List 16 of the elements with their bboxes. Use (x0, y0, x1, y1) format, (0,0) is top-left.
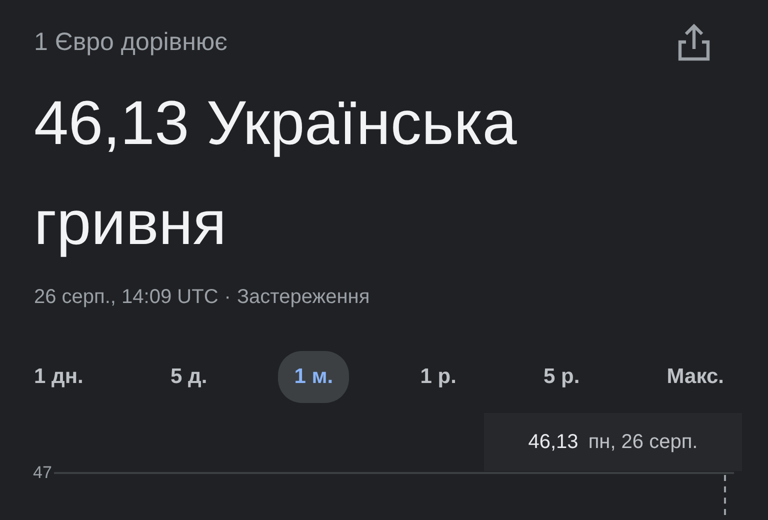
cursor-line (724, 475, 726, 515)
range-tab[interactable]: Макс. (650, 351, 740, 403)
disclaimer-link[interactable]: Застереження (236, 286, 370, 309)
timestamp: 26 серп., 14:09 UTC (34, 286, 218, 309)
range-tab[interactable]: 1 дн. (18, 351, 100, 403)
share-icon[interactable] (676, 22, 712, 62)
range-tab[interactable]: 1 р. (404, 351, 472, 403)
tooltip-value: 46,13 (528, 430, 578, 454)
tooltip-date: пн, 26 серп. (588, 430, 698, 454)
range-tab[interactable]: 5 р. (528, 351, 596, 403)
conversion-result: 46,13 Українська гривня (34, 88, 518, 260)
separator: · (224, 286, 231, 309)
range-tab[interactable]: 5 д. (154, 351, 224, 403)
axis-label: 47 (33, 463, 52, 483)
subtitle: 1 Євро дорівнює (34, 28, 228, 57)
range-tab[interactable]: 1 м. (278, 351, 350, 403)
